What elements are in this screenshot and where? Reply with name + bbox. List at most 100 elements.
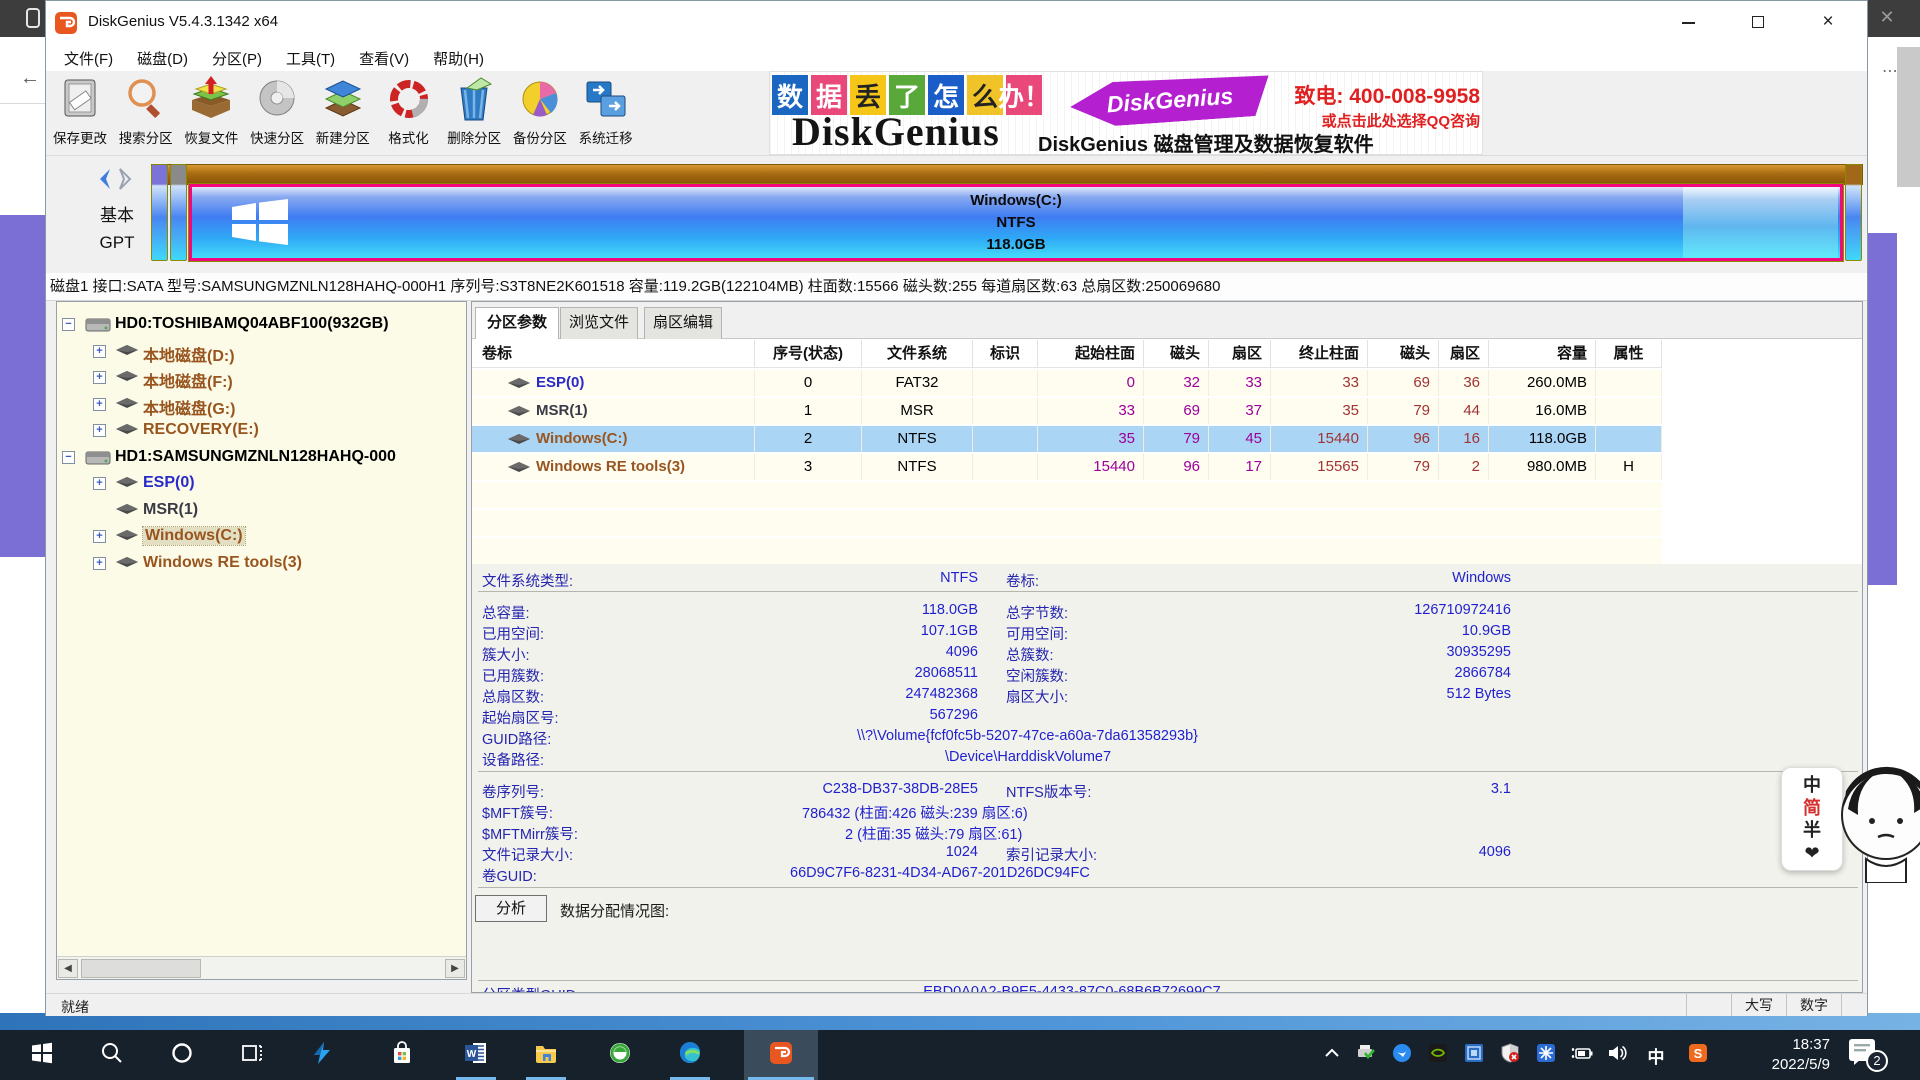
header-10[interactable]: 容量 [1489, 340, 1596, 368]
header-0[interactable]: 卷标 [472, 340, 755, 368]
partition-block-re-tools[interactable] [1845, 164, 1862, 261]
taskbar-diskgenius[interactable] [744, 1030, 818, 1080]
tree-item--d-[interactable]: +本地磁盘(D:) [57, 339, 466, 365]
ime-item-0[interactable]: 中 [1803, 775, 1821, 795]
taskbar-tray-snowflake[interactable] [1530, 1030, 1562, 1080]
disk-nav-arrows-icon[interactable] [94, 167, 140, 191]
header-11[interactable]: 属性 [1596, 340, 1662, 368]
collapse-icon[interactable]: − [62, 451, 75, 464]
expand-icon[interactable]: + [93, 345, 106, 358]
taskbar-tray-dingtalk[interactable] [1386, 1030, 1418, 1080]
taskbar-ie-browser[interactable] [596, 1030, 644, 1080]
partition-block-msr[interactable] [170, 164, 187, 261]
taskbar-tray-ime-zh[interactable]: 中 [1640, 1030, 1672, 1080]
ime-item-2[interactable]: 半 [1803, 820, 1821, 840]
taskbar-clock[interactable]: 18:37 2022/5/9 [1724, 1035, 1830, 1075]
taskbar-cortana[interactable] [158, 1030, 206, 1080]
scroll-thumb[interactable] [81, 959, 201, 978]
taskbar-taskbar-search[interactable] [88, 1030, 136, 1080]
tree-item-hd0-toshibamq04abf100-932gb-[interactable]: −HD0:TOSHIBAMQ04ABF100(932GB) [57, 312, 466, 338]
background-close-icon[interactable]: ✕ [1876, 6, 1898, 28]
ad-banner[interactable]: 数据丢了怎么办！ DiskGenius DiskGenius 致电: 400-0… [769, 71, 1483, 155]
toolbar-button-format[interactable]: 格式化 [376, 74, 442, 154]
partition-block-esp[interactable] [151, 164, 168, 261]
menu-item-5[interactable]: 帮助(H) [421, 46, 496, 71]
maximize-button[interactable] [1736, 7, 1780, 39]
toolbar-button-recover-files[interactable]: 恢复文件 [178, 74, 244, 154]
toolbar-button-delete-partition[interactable]: 删除分区 [441, 74, 507, 154]
expand-icon[interactable]: + [93, 371, 106, 384]
back-arrow-icon[interactable]: ← [20, 67, 40, 89]
table-row-1[interactable]: MSR(1)1MSR33693735794416.0MB [472, 398, 1662, 424]
taskbar-tray-volume[interactable] [1602, 1030, 1634, 1080]
scroll-left-button[interactable]: ◀ [58, 959, 78, 978]
expand-icon[interactable]: + [93, 424, 106, 437]
taskbar-start[interactable] [18, 1030, 66, 1080]
taskbar-tray-printer[interactable] [1350, 1030, 1382, 1080]
ime-item-3[interactable]: ❤ [1804, 843, 1819, 863]
tree-item--f-[interactable]: +本地磁盘(F:) [57, 365, 466, 391]
toolbar-button-search-partition[interactable]: 搜索分区 [113, 74, 179, 154]
tree-item-recovery-e-[interactable]: +RECOVERY(E:) [57, 418, 466, 444]
ime-item-1[interactable]: 简 [1803, 798, 1821, 818]
header-4[interactable]: 起始柱面 [1038, 340, 1144, 368]
taskbar-file-explorer[interactable] [522, 1030, 570, 1080]
close-button[interactable]: × [1806, 7, 1850, 39]
expand-icon[interactable]: + [93, 557, 106, 570]
table-row-3[interactable]: Windows RE tools(3)3NTFS1544096171556579… [472, 454, 1662, 480]
toolbar-button-system-migration[interactable]: 系统迁移 [573, 74, 639, 154]
tree-item-windows-re-tools-3-[interactable]: +Windows RE tools(3) [57, 551, 466, 577]
tree-item-msr-1-[interactable]: MSR(1) [57, 498, 466, 524]
partition-block-windows-c[interactable]: Windows(C:) NTFS 118.0GB [189, 184, 1843, 261]
toolbar-button-quick-partition[interactable]: 快速分区 [244, 74, 310, 154]
header-8[interactable]: 磁头 [1368, 340, 1439, 368]
taskbar-ms-store[interactable] [378, 1030, 426, 1080]
menu-item-0[interactable]: 文件(F) [52, 46, 125, 71]
tree-hscrollbar[interactable]: ◀▶ [57, 956, 466, 979]
taskbar-edge[interactable] [666, 1030, 714, 1080]
tab-0[interactable]: 分区参数 [475, 307, 559, 340]
taskbar-tray-chevron[interactable] [1316, 1030, 1348, 1080]
taskbar-tray-security[interactable] [1494, 1030, 1526, 1080]
taskbar-thunder[interactable] [298, 1030, 346, 1080]
ime-status-bar[interactable]: 中简半 ❤ [1781, 767, 1843, 871]
menu-item-3[interactable]: 工具(T) [274, 46, 347, 71]
tab-2[interactable]: 扇区编辑 [644, 307, 722, 339]
tree-item-windows-c-[interactable]: +Windows(C:) [57, 524, 466, 550]
header-1[interactable]: 序号(状态) [755, 340, 862, 368]
background-scrollbar[interactable] [1897, 47, 1920, 187]
expand-icon[interactable]: + [93, 530, 106, 543]
table-row-0[interactable]: ESP(0)0FAT3203233336936260.0MB [472, 370, 1662, 396]
header-7[interactable]: 终止柱面 [1271, 340, 1368, 368]
taskbar-task-view[interactable] [228, 1030, 276, 1080]
tree-item-esp-0-[interactable]: +ESP(0) [57, 471, 466, 497]
expand-icon[interactable]: + [93, 477, 106, 490]
mascot-character[interactable] [1836, 763, 1920, 883]
notification-center-icon[interactable]: 2 [1848, 1038, 1888, 1072]
taskbar-tray-sogou[interactable]: S [1682, 1030, 1714, 1080]
menu-item-2[interactable]: 分区(P) [200, 46, 274, 71]
taskbar-tray-power[interactable] [1566, 1030, 1598, 1080]
tab-1[interactable]: 浏览文件 [560, 307, 638, 339]
taskbar-tray-nvidia[interactable] [1422, 1030, 1454, 1080]
table-row-2[interactable]: Windows(C:)2NTFS357945154409616118.0GB [472, 426, 1662, 452]
analyze-button[interactable]: 分析 [475, 895, 547, 922]
tree-item--g-[interactable]: +本地磁盘(G:) [57, 392, 466, 418]
toolbar-button-save[interactable]: 保存更改 [47, 74, 113, 154]
taskbar-word[interactable]: W [452, 1030, 500, 1080]
menu-item-4[interactable]: 查看(V) [347, 46, 421, 71]
toolbar-button-new-partition[interactable]: 新建分区 [310, 74, 376, 154]
header-6[interactable]: 扇区 [1209, 340, 1271, 368]
titlebar[interactable]: DiskGenius V5.4.3.1342 x64 × [46, 1, 1867, 45]
toolbar-button-backup-partition[interactable]: 备份分区 [507, 74, 573, 154]
tree-item-hd1-samsungmznln128hahq-000[interactable]: −HD1:SAMSUNGMZNLN128HAHQ-000 [57, 445, 466, 471]
taskbar-tray-intel[interactable] [1458, 1030, 1490, 1080]
header-3[interactable]: 标识 [973, 340, 1038, 368]
menu-item-1[interactable]: 磁盘(D) [125, 46, 200, 71]
header-2[interactable]: 文件系统 [862, 340, 973, 368]
header-5[interactable]: 磁头 [1144, 340, 1209, 368]
header-9[interactable]: 扇区 [1439, 340, 1489, 368]
expand-icon[interactable]: + [93, 398, 106, 411]
collapse-icon[interactable]: − [62, 318, 75, 331]
scroll-right-button[interactable]: ▶ [445, 959, 465, 978]
